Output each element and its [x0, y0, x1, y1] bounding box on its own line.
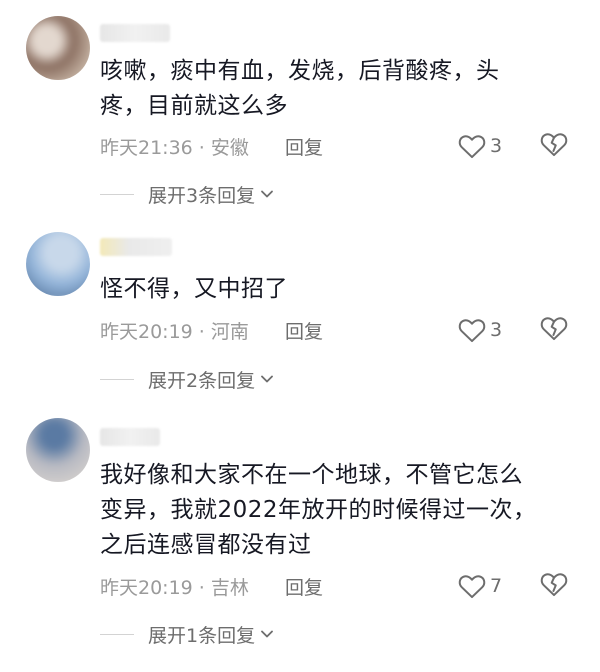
comment-text-line: 之后连感冒都没有过 [100, 532, 312, 558]
like-button[interactable]: 3 [458, 317, 502, 343]
reply-button[interactable]: 回复 [285, 317, 323, 344]
reply-button[interactable]: 回复 [285, 133, 323, 160]
dislike-button[interactable] [540, 570, 568, 603]
chevron-down-icon [261, 630, 273, 638]
comment-text: 咳嗽，痰中有血，发烧，后背酸疼，头 疼，目前就这么多 [100, 54, 570, 124]
username[interactable] [100, 428, 160, 446]
heart-outline-icon [458, 135, 486, 159]
comment-time-location: 昨天20:19 · 吉林 [100, 576, 249, 599]
broken-heart-outline-icon [540, 132, 568, 156]
avatar[interactable] [26, 418, 90, 482]
comment-text: 我好像和大家不在一个地球，不管它怎么 变异，我就2022年放开的时候得过一次， … [100, 458, 570, 563]
comment-text: 怪不得，又中招了 [100, 272, 570, 307]
like-count: 7 [490, 575, 503, 597]
comment-meta: 昨天20:19 · 河南 回复 3 [100, 316, 580, 344]
comment-meta: 昨天20:19 · 吉林 回复 7 [100, 572, 580, 600]
avatar[interactable] [26, 16, 90, 80]
like-count: 3 [490, 319, 503, 341]
comment-time-location: 昨天21:36 · 安徽 [100, 136, 249, 159]
like-button[interactable]: 7 [458, 573, 502, 599]
chevron-down-icon [261, 190, 273, 198]
expand-replies-label: 展开1条回复 [148, 624, 256, 647]
expand-replies-label: 展开2条回复 [148, 369, 256, 392]
username[interactable] [100, 24, 170, 42]
dislike-button[interactable] [540, 130, 568, 163]
comment-text-line: 咳嗽，痰中有血，发烧，后背酸疼，头 [100, 58, 500, 84]
chevron-down-icon [261, 375, 273, 383]
expand-replies-button[interactable]: 展开3条回复 [100, 180, 275, 208]
broken-heart-outline-icon [540, 572, 568, 596]
expand-replies-label: 展开3条回复 [148, 184, 256, 207]
like-count: 3 [490, 135, 503, 157]
expand-replies-button[interactable]: 展开2条回复 [100, 365, 275, 393]
comment-time-location: 昨天20:19 · 河南 [100, 320, 249, 343]
broken-heart-outline-icon [540, 316, 568, 340]
username[interactable] [100, 238, 172, 256]
comment-text-line: 怪不得，又中招了 [100, 276, 288, 302]
heart-outline-icon [458, 575, 486, 599]
like-button[interactable]: 3 [458, 133, 502, 159]
heart-outline-icon [458, 319, 486, 343]
comment-text-line: 我好像和大家不在一个地球，不管它怎么 [100, 462, 523, 488]
comment-text-line: 变异，我就2022年放开的时候得过一次， [100, 497, 537, 523]
dislike-button[interactable] [540, 314, 568, 347]
reply-button[interactable]: 回复 [285, 573, 323, 600]
divider [100, 193, 134, 195]
comment-text-line: 疼，目前就这么多 [100, 93, 288, 119]
avatar[interactable] [26, 232, 90, 296]
expand-replies-button[interactable]: 展开1条回复 [100, 620, 275, 648]
divider [100, 633, 134, 635]
divider [100, 378, 134, 380]
comment-meta: 昨天21:36 · 安徽 回复 3 [100, 132, 580, 160]
